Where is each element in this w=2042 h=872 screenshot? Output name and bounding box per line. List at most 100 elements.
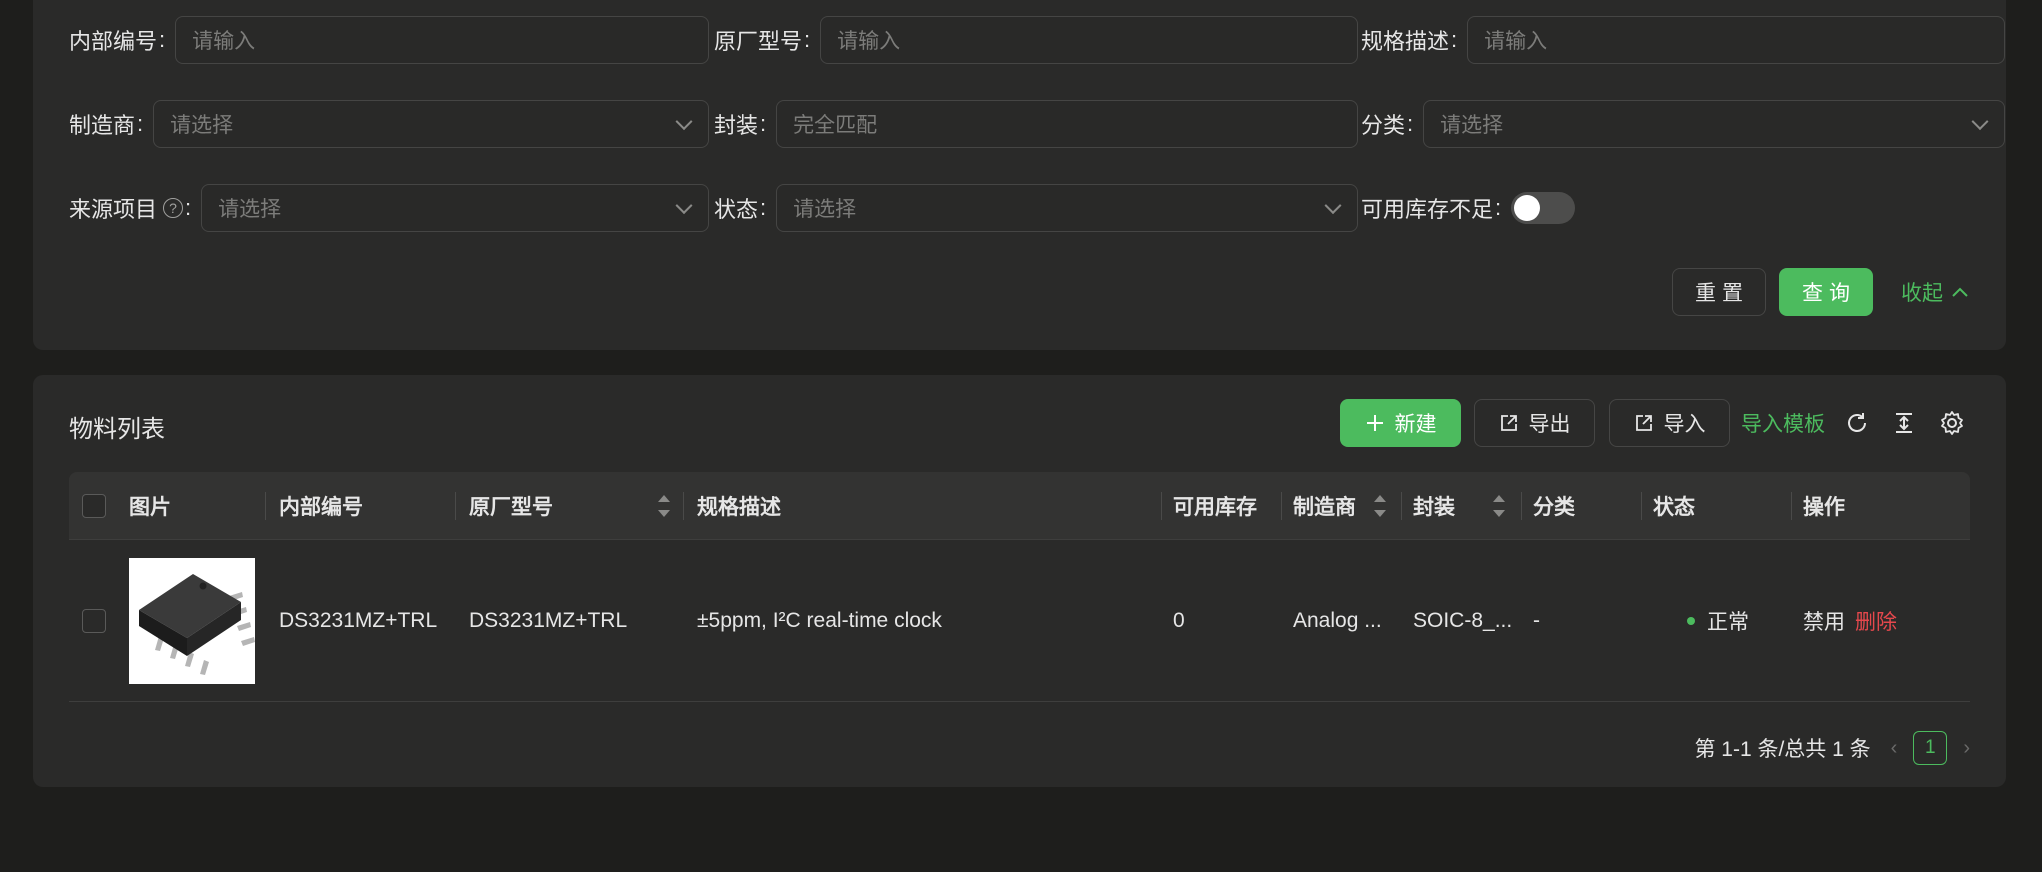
filter-panel: 内部编号: 请输入 原厂型号: 请输入 规格描述: 请输入 制造商: 请选择 封… — [33, 0, 2006, 350]
colon: : — [760, 111, 767, 136]
package-input[interactable]: 完全匹配 — [776, 100, 1358, 148]
internal-no-input[interactable]: 请输入 — [175, 16, 709, 64]
column-divider — [1521, 492, 1522, 520]
internal-no-link[interactable]: DS3231MZ+TRL — [279, 540, 437, 702]
category-field: 分类: 请选择 — [1361, 100, 2005, 148]
query-button[interactable]: 查询 — [1779, 268, 1873, 316]
question-circle-icon[interactable]: ? — [163, 198, 184, 218]
col-status: 状态 — [1653, 496, 1695, 519]
model-cell: DS3231MZ+TRL — [469, 609, 628, 632]
material-list-panel: 物料列表 新建 导出 导入 导入模板 图片 内部编号 原厂型号 规格描述 可用库… — [33, 375, 2006, 787]
chevron-down-icon — [675, 197, 693, 215]
placeholder: 请选择 — [218, 198, 282, 221]
col-actions: 操作 — [1803, 496, 1845, 519]
colon: : — [1451, 27, 1458, 52]
column-height-icon[interactable] — [1888, 407, 1920, 439]
source-project-label: 来源项目 — [69, 197, 158, 222]
low-stock-field: 可用库存不足: — [1361, 184, 1661, 232]
select-all-checkbox[interactable] — [82, 494, 106, 518]
template-label: 导入模板 — [1741, 413, 1825, 436]
sort-icon[interactable] — [1374, 495, 1386, 517]
chevron-down-icon — [1971, 113, 1989, 131]
reset-label: 重置 — [1695, 282, 1749, 305]
manufacturer-cell: Analog ... — [1293, 609, 1382, 632]
column-divider — [265, 492, 266, 520]
col-stock: 可用库存 — [1173, 496, 1257, 519]
status-label: 状态 — [714, 197, 759, 222]
settings-gear-icon[interactable] — [1936, 407, 1968, 439]
import-template-link[interactable]: 导入模板 — [1740, 399, 1826, 447]
status-select[interactable]: 请选择 — [776, 184, 1358, 232]
chevron-right-icon[interactable]: › — [1963, 737, 1970, 760]
placeholder: 请输入 — [192, 30, 256, 53]
col-image: 图片 — [129, 496, 171, 519]
manufacturer-field: 制造商: 请选择 — [69, 100, 709, 148]
placeholder: 请输入 — [1484, 30, 1548, 53]
import-button[interactable]: 导入 — [1609, 399, 1730, 447]
column-divider — [1791, 492, 1792, 520]
model-input[interactable]: 请输入 — [820, 16, 1358, 64]
external-link-icon — [1635, 415, 1652, 431]
col-spec: 规格描述 — [697, 496, 781, 519]
import-label: 导入 — [1663, 413, 1706, 436]
chevron-down-icon — [1324, 197, 1342, 215]
list-title: 物料列表 — [69, 416, 165, 443]
column-divider — [1161, 492, 1162, 520]
disable-button[interactable]: 禁用 — [1803, 540, 1845, 702]
chevron-up-icon — [1952, 287, 1968, 297]
package-link[interactable]: SOIC-8_... — [1413, 540, 1512, 702]
low-stock-label: 可用库存不足 — [1361, 197, 1494, 222]
col-internal-no: 内部编号 — [279, 496, 363, 519]
colon: : — [1407, 111, 1414, 136]
col-model[interactable]: 原厂型号 — [469, 472, 553, 540]
placeholder: 请选择 — [170, 114, 234, 137]
colon: : — [760, 195, 767, 220]
plus-icon — [1366, 415, 1383, 431]
export-button[interactable]: 导出 — [1474, 399, 1595, 447]
spec-field: 规格描述: 请输入 — [1361, 16, 2005, 64]
spec-input[interactable]: 请输入 — [1467, 16, 2005, 64]
spec-cell: ±5ppm, I²C real-time clock — [697, 609, 942, 632]
sort-icon[interactable] — [658, 495, 670, 517]
query-label: 查询 — [1802, 282, 1856, 305]
chip-image[interactable] — [129, 558, 255, 684]
manufacturer-select[interactable]: 请选择 — [153, 100, 709, 148]
column-divider — [1641, 492, 1642, 520]
internal-no-label: 内部编号 — [69, 29, 158, 54]
colon: : — [137, 111, 144, 136]
export-label: 导出 — [1528, 413, 1571, 436]
row-checkbox[interactable] — [82, 609, 106, 633]
category-label: 分类 — [1361, 113, 1406, 138]
colon: : — [1495, 195, 1502, 220]
pagination: 第 1-1 条/总共 1 条 ‹ 1 › — [1694, 731, 1970, 765]
sort-icon[interactable] — [1493, 495, 1505, 517]
model-field: 原厂型号: 请输入 — [714, 16, 1358, 64]
spec-label: 规格描述 — [1361, 29, 1450, 54]
external-link-icon — [1500, 415, 1517, 431]
source-project-field: 来源项目?: 请选择 — [69, 184, 709, 232]
chevron-left-icon[interactable]: ‹ — [1891, 737, 1898, 760]
colon: : — [185, 195, 192, 220]
chevron-down-icon — [675, 113, 693, 131]
colon: : — [804, 27, 811, 52]
placeholder: 请选择 — [793, 198, 857, 221]
refresh-icon[interactable] — [1841, 407, 1873, 439]
column-divider — [455, 492, 456, 520]
delete-button[interactable]: 删除 — [1855, 540, 1897, 702]
model-label: 原厂型号 — [714, 29, 803, 54]
placeholder: 请选择 — [1440, 114, 1504, 137]
material-table: 图片 内部编号 原厂型号 规格描述 可用库存 制造商 封装 分类 状态 操作 D… — [69, 472, 1970, 702]
page-1-button[interactable]: 1 — [1913, 731, 1948, 765]
col-manufacturer[interactable]: 制造商 — [1293, 472, 1356, 540]
collapse-button[interactable]: 收起 — [1895, 268, 1975, 316]
pagination-summary: 第 1-1 条/总共 1 条 — [1694, 738, 1871, 761]
low-stock-toggle[interactable] — [1511, 192, 1576, 224]
col-package[interactable]: 封装 — [1413, 472, 1455, 540]
reset-button[interactable]: 重置 — [1672, 268, 1766, 316]
stock-cell: 0 — [1173, 609, 1185, 632]
category-select[interactable]: 请选择 — [1423, 100, 2005, 148]
new-button[interactable]: 新建 — [1340, 399, 1461, 447]
new-label: 新建 — [1394, 413, 1437, 436]
table-row: DS3231MZ+TRL DS3231MZ+TRL ±5ppm, I²C rea… — [69, 540, 1970, 702]
source-project-select[interactable]: 请选择 — [201, 184, 709, 232]
